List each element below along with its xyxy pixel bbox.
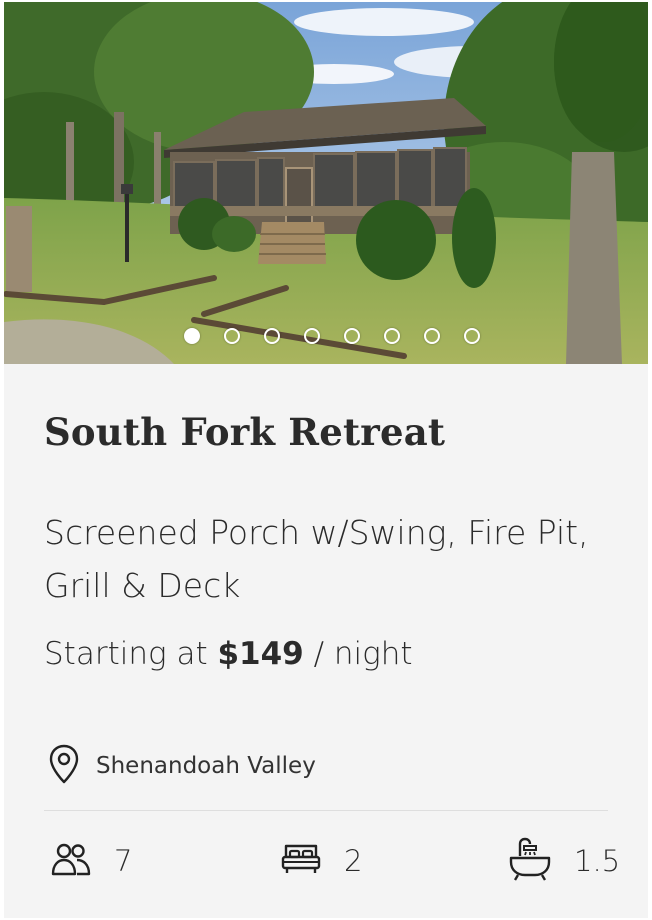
carousel-dot-2[interactable] (224, 328, 240, 344)
carousel-dot-6[interactable] (384, 328, 400, 344)
listing-card[interactable]: South Fork Retreat Screened Porch w/Swin… (4, 2, 648, 918)
carousel-dot-7[interactable] (424, 328, 440, 344)
price-suffix: / night (313, 636, 413, 672)
bedrooms-count: 2 (344, 844, 363, 878)
map-pin-icon (48, 744, 80, 788)
listing-price: Starting at $149 / night (44, 636, 604, 672)
cabin-photo-illustration (4, 2, 648, 364)
amenity-bathrooms: 1.5 (508, 834, 620, 888)
listing-title[interactable]: South Fork Retreat (44, 410, 624, 454)
bathrooms-count: 1.5 (574, 844, 621, 878)
bathtub-icon (508, 836, 552, 886)
amenity-guests: 7 (50, 834, 132, 888)
listing-location: Shenandoah Valley (48, 744, 316, 788)
price-prefix: Starting at (44, 636, 208, 672)
carousel-dot-5[interactable] (344, 328, 360, 344)
divider (44, 810, 608, 811)
price-amount: $149 (217, 636, 304, 672)
people-icon (50, 841, 92, 881)
bed-icon (280, 841, 322, 881)
carousel-dot-1[interactable] (184, 328, 200, 344)
carousel-dot-8[interactable] (464, 328, 480, 344)
location-label: Shenandoah Valley (96, 753, 316, 779)
carousel-dot-3[interactable] (264, 328, 280, 344)
amenity-bedrooms: 2 (280, 834, 362, 888)
carousel-indicators (4, 328, 648, 346)
carousel-dot-4[interactable] (304, 328, 320, 344)
guests-count: 7 (114, 844, 133, 878)
listing-photo[interactable] (4, 2, 648, 364)
listing-subtitle: Screened Porch w/Swing, Fire Pit, Grill … (44, 513, 589, 605)
